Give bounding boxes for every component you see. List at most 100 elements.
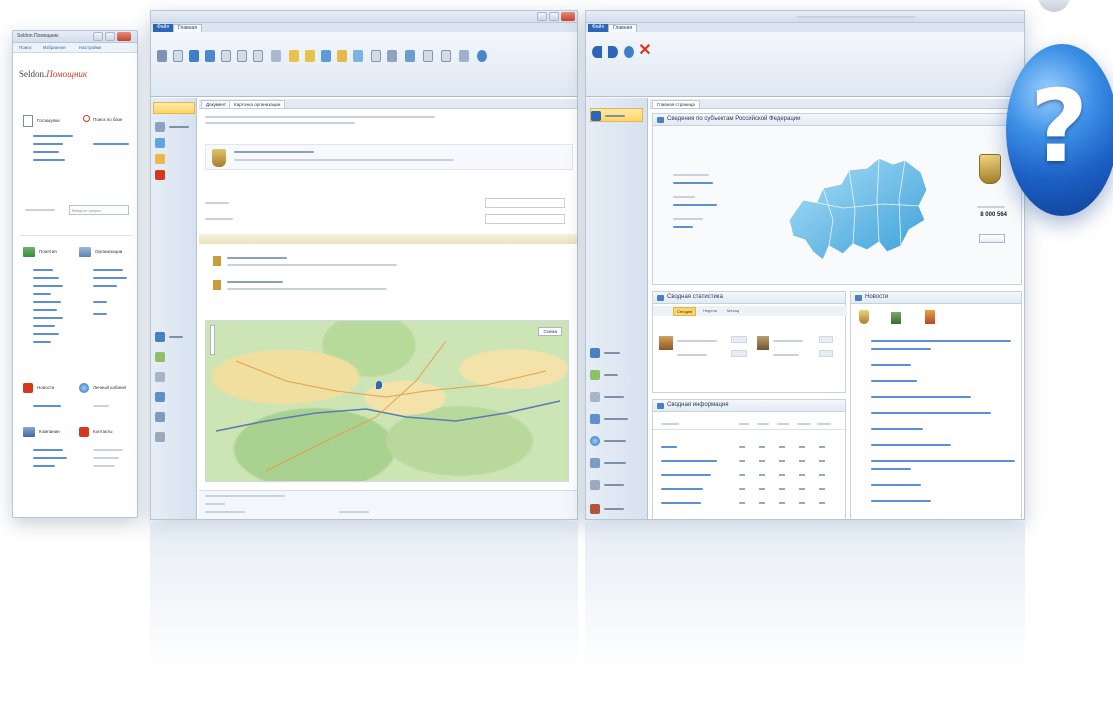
file-tab[interactable]: Файл [153, 24, 174, 32]
panel-action-button[interactable] [979, 234, 1005, 243]
list-item[interactable] [33, 143, 63, 145]
sidebar-item[interactable] [590, 434, 643, 448]
info-link[interactable] [673, 182, 713, 184]
toolbar-item-settings[interactable]: Настройки [79, 45, 101, 50]
news-item[interactable] [871, 412, 991, 414]
close-button[interactable] [561, 12, 575, 21]
list-item[interactable] [33, 317, 63, 319]
close-button[interactable] [117, 32, 131, 41]
back-button[interactable] [590, 46, 604, 58]
info-link[interactable] [673, 226, 693, 228]
ribbon-button[interactable] [439, 50, 453, 62]
list-item[interactable] [93, 285, 117, 287]
ribbon-button[interactable] [235, 50, 249, 62]
sidebar-item[interactable] [590, 390, 643, 404]
sidebar-item[interactable] [590, 478, 643, 492]
minimize-button[interactable] [93, 32, 103, 41]
tab-month[interactable]: Месяц [727, 308, 739, 313]
sidebar-item[interactable] [155, 168, 192, 182]
list-item[interactable] [33, 449, 63, 451]
ribbon-button[interactable] [171, 50, 185, 62]
news-item[interactable] [871, 484, 921, 486]
table-row[interactable] [661, 460, 717, 462]
stop-button[interactable]: ✕ [638, 43, 652, 59]
news-item[interactable] [871, 468, 911, 470]
list-item[interactable] [93, 143, 129, 145]
field-dropdown[interactable] [485, 214, 565, 224]
minimize-button[interactable] [537, 12, 547, 21]
sidebar-item[interactable] [155, 330, 192, 344]
info-link[interactable] [673, 204, 717, 206]
tab-today[interactable]: Сегодня [673, 307, 697, 316]
ribbon-button[interactable] [187, 50, 201, 62]
ribbon-button[interactable] [251, 50, 265, 62]
sidebar-active-item[interactable] [153, 102, 195, 114]
list-item[interactable] [33, 293, 51, 295]
forward-button[interactable] [606, 46, 620, 58]
list-item[interactable] [33, 277, 59, 279]
news-item[interactable] [871, 380, 917, 382]
news-item[interactable] [871, 396, 971, 398]
sidebar-item[interactable] [155, 430, 192, 444]
list-item[interactable] [33, 405, 61, 407]
tab-week[interactable]: Неделя [703, 308, 717, 313]
ribbon-button[interactable] [155, 50, 169, 62]
sidebar-item[interactable] [155, 136, 192, 150]
ribbon-button[interactable] [457, 50, 471, 62]
sidebar-item[interactable] [155, 350, 192, 364]
ribbon-button[interactable] [369, 50, 383, 62]
ribbon-button[interactable] [335, 50, 349, 62]
map-scheme-button[interactable]: Схема [538, 327, 562, 336]
list-item[interactable] [33, 309, 57, 311]
table-row[interactable] [661, 446, 677, 448]
table-row[interactable] [661, 502, 701, 504]
sidebar-item[interactable] [590, 346, 643, 360]
ribbon-button[interactable] [385, 50, 399, 62]
list-item[interactable] [33, 325, 55, 327]
sidebar-item[interactable] [590, 502, 643, 516]
ribbon-button[interactable] [319, 50, 333, 62]
list-item[interactable] [33, 269, 53, 271]
tab-organization-card[interactable]: Карточка организации [229, 100, 286, 109]
news-item[interactable] [871, 500, 931, 502]
tab-home[interactable]: Главная [173, 24, 203, 32]
list-item[interactable] [93, 269, 123, 271]
ribbon-button[interactable] [287, 50, 301, 62]
question-mark-icon[interactable]: ? [1000, 34, 1113, 218]
news-item[interactable] [871, 444, 951, 446]
toolbar-item-favorites[interactable]: Избранное [43, 45, 66, 50]
toolbar-item-search[interactable]: Поиск [19, 45, 31, 50]
list-item[interactable] [93, 301, 107, 303]
news-item[interactable] [871, 428, 923, 430]
news-item[interactable] [871, 364, 911, 366]
refresh-button[interactable] [622, 46, 636, 58]
list-item[interactable] [33, 465, 55, 467]
table-row[interactable] [661, 488, 703, 490]
news-item[interactable] [871, 348, 931, 350]
list-item[interactable] [93, 277, 127, 279]
map-pin-icon[interactable] [376, 381, 382, 389]
sidebar-item[interactable] [155, 390, 192, 404]
maximize-button[interactable] [105, 32, 115, 41]
list-item[interactable] [33, 457, 67, 459]
search-input[interactable]: Введите запрос [69, 205, 129, 215]
maximize-button[interactable] [549, 12, 559, 21]
sidebar-item[interactable] [590, 412, 643, 426]
table-row[interactable] [661, 474, 711, 476]
sidebar-item[interactable] [155, 120, 192, 134]
list-item[interactable] [33, 135, 73, 137]
ribbon-button[interactable] [421, 50, 435, 62]
list-item[interactable] [33, 159, 65, 161]
sidebar-item[interactable] [155, 152, 192, 166]
zoom-control[interactable] [210, 325, 215, 355]
tab-home-page[interactable]: Главная страница [652, 100, 700, 109]
ribbon-button[interactable] [203, 50, 217, 62]
tab-home[interactable]: Главная [608, 24, 638, 32]
sidebar-item[interactable] [155, 370, 192, 384]
ribbon-button[interactable] [475, 50, 489, 62]
ribbon-button[interactable] [269, 50, 283, 62]
sidebar-item[interactable] [590, 456, 643, 470]
sidebar-item[interactable] [590, 368, 643, 382]
sidebar-item-active[interactable] [590, 108, 643, 122]
ribbon-button[interactable] [351, 50, 365, 62]
